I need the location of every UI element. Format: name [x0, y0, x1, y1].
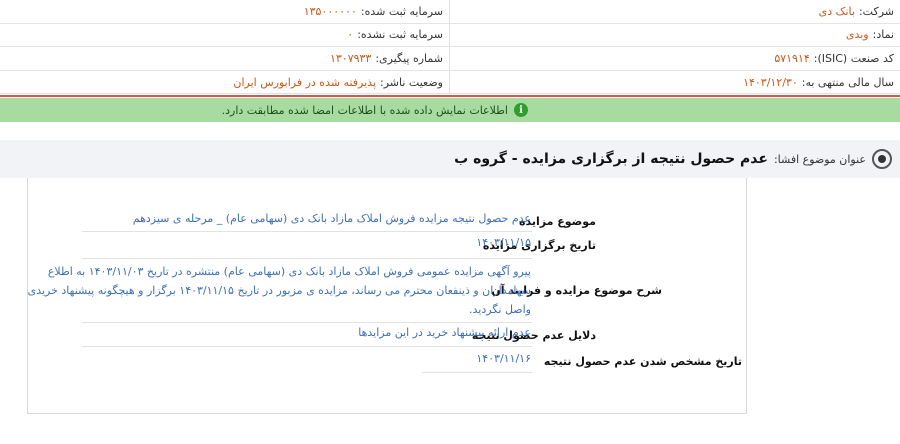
determination-date-label: تاریخ مشخص شدن عدم حصول نتیجه	[543, 355, 742, 368]
publisher-status-value: پذیرفته شده در فرابورس ایران	[233, 75, 377, 89]
company-cell: شرکت: بانک دی	[450, 0, 900, 23]
info-row: نماد: وبدی سرمایه ثبت نشده: ۰	[0, 23, 900, 47]
fiscal-year-label: سال مالی منتهی به:	[801, 75, 894, 89]
info-icon: i	[514, 103, 528, 117]
unregistered-capital-cell: سرمایه ثبت نشده: ۰	[0, 23, 450, 46]
determination-date-value: ۱۴۰۳/۱۱/۱۶	[476, 352, 531, 365]
symbol-value[interactable]: وبدی	[846, 28, 869, 41]
field-divider	[82, 231, 532, 232]
company-value[interactable]: بانک دی	[819, 5, 855, 18]
company-label: شرکت:	[858, 4, 894, 18]
disclosure-subject-bar: عنوان موضوع افشا: عدم حصول نتیجه از برگز…	[0, 140, 900, 178]
field-divider	[82, 322, 532, 323]
registered-capital-label: سرمایه ثبت شده:	[360, 4, 443, 18]
publisher-status-cell: وضعیت ناشر: پذیرفته شده در فرابورس ایران	[0, 70, 450, 94]
verification-notice: i اطلاعات نمایش داده شده با اطلاعات امضا…	[0, 98, 900, 122]
auction-date-field: تاریخ برگزاری مزایده ۱۴۰۳/۱۱/۱۵	[26, 236, 746, 256]
publisher-status-label: وضعیت ناشر:	[380, 75, 443, 89]
field-divider	[82, 346, 532, 347]
info-row: کد صنعت (ISIC): ۵۷۱۹۱۴ شماره پیگیری: ۱۳۰…	[0, 47, 900, 71]
tracking-value: ۱۳۰۷۹۳۳	[329, 51, 372, 65]
failure-reasons-value: عدم ارائه پیشنهاد خرید در این مزایدها	[358, 326, 531, 339]
info-row: شرکت: بانک دی سرمایه ثبت شده: ۱۳۵۰۰۰۰۰۰	[0, 0, 900, 24]
fiscal-year-value: ۱۴۰۳/۱۲/۳۰	[743, 75, 798, 89]
registered-capital-value: ۱۳۵۰۰۰۰۰۰	[303, 4, 357, 18]
subject-label: عنوان موضوع افشا:	[773, 152, 866, 166]
field-divider	[82, 258, 532, 259]
auction-subject-value: عدم حصول نتیجه مزایده فروش املاک مازاد ب…	[132, 212, 531, 225]
auction-description-field: شرح موضوع مزایده و فرایند آن پیرو آگهی م…	[26, 262, 746, 320]
field-divider	[422, 372, 532, 373]
symbol-cell: نماد: وبدی	[450, 24, 900, 47]
symbol-label: نماد:	[872, 28, 894, 42]
isic-label: کد صنعت (ISIC):	[813, 51, 894, 65]
failure-reasons-field: دلایل عدم حصول نتیجه عدم ارائه پیشنهاد خ…	[26, 326, 746, 346]
isic-cell: کد صنعت (ISIC): ۵۷۱۹۱۴	[450, 47, 900, 70]
description-line: واصل نگردید.	[469, 303, 531, 316]
tracking-label: شماره پیگیری:	[375, 51, 443, 65]
subject-title: عدم حصول نتیجه از برگزاری مزایده - گروه …	[454, 151, 768, 167]
determination-date-field: تاریخ مشخص شدن عدم حصول نتیجه ۱۴۰۳/۱۱/۱۶	[26, 352, 746, 372]
auction-date-value: ۱۴۰۳/۱۱/۱۵	[476, 236, 531, 249]
info-row: سال مالی منتهی به: ۱۴۰۳/۱۲/۳۰ وضعیت ناشر…	[0, 70, 900, 95]
unregistered-capital-label: سرمایه ثبت نشده:	[357, 28, 443, 42]
auction-subject-field: موضوع مزایده عدم حصول نتیجه مزایده فروش …	[26, 212, 746, 232]
details-panel: موضوع مزایده عدم حصول نتیجه مزایده فروش …	[27, 178, 747, 414]
unregistered-capital-value: ۰	[347, 28, 354, 42]
description-line: سهامداران و ذینفعان محترم می رساند، مزای…	[27, 284, 531, 297]
registered-capital-cell: سرمایه ثبت شده: ۱۳۵۰۰۰۰۰۰	[0, 0, 450, 23]
divider-line	[0, 95, 900, 97]
description-line: پیرو آگهی مزایده عمومی فروش املاک مازاد …	[47, 265, 531, 278]
fiscal-year-cell: سال مالی منتهی به: ۱۴۰۳/۱۲/۳۰	[450, 71, 900, 95]
tracking-cell: شماره پیگیری: ۱۳۰۷۹۳۳	[0, 47, 450, 70]
target-icon	[868, 149, 896, 169]
notice-text: اطلاعات نمایش داده شده با اطلاعات امضا ش…	[221, 103, 508, 117]
isic-value: ۵۷۱۹۱۴	[774, 51, 810, 65]
company-info-table: شرکت: بانک دی سرمایه ثبت شده: ۱۳۵۰۰۰۰۰۰ …	[0, 0, 900, 94]
